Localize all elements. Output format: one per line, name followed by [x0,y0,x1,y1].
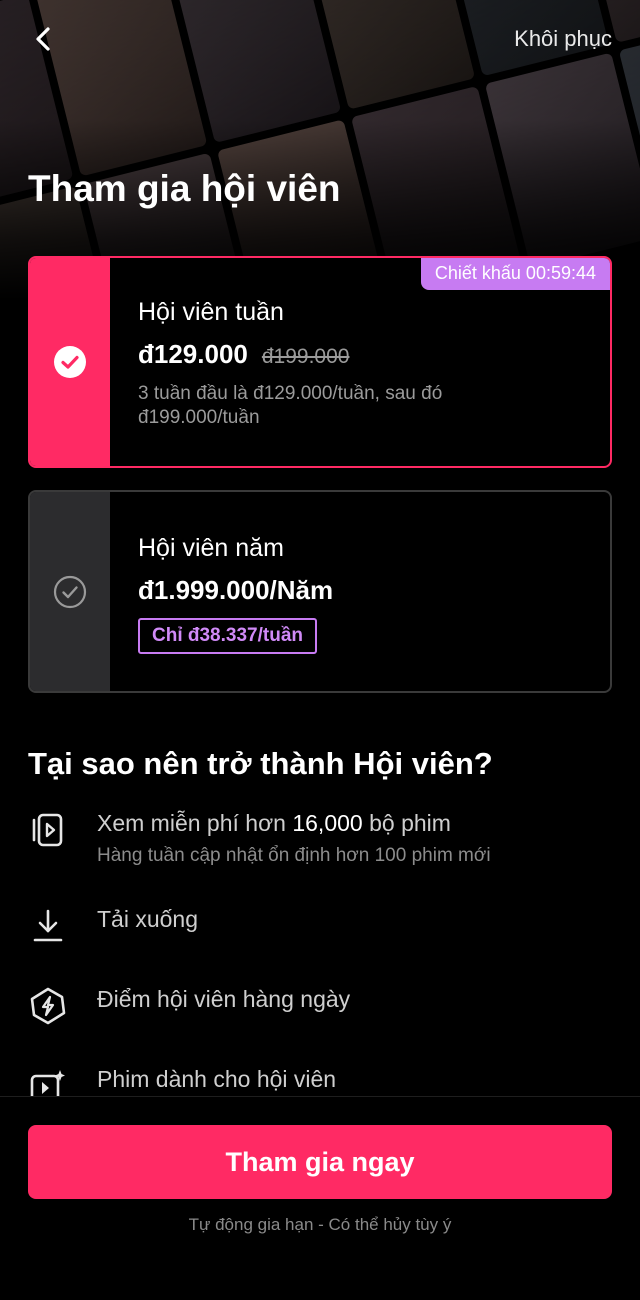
plan-select-area[interactable] [30,492,110,691]
feature-item-download: Tải xuống [28,906,198,946]
lightning-badge-icon [28,986,68,1026]
feature-title: Điểm hội viên hàng ngày [97,986,351,1012]
plan-name: Hội viên năm [138,534,284,562]
plan-price: đ129.000 [138,339,248,369]
check-circle-filled-icon [54,346,86,378]
chevron-left-icon [36,27,50,51]
plan-select-area[interactable] [30,258,110,466]
feature-title: Xem miễn phí hơn 16,000 bộ phim [97,810,491,837]
why-section-title: Tại sao nên trở thành Hội viên? [28,746,493,781]
page-title: Tham gia hội viên [28,168,341,209]
restore-button[interactable]: Khôi phục [514,26,612,52]
per-week-price-tag: Chỉ đ38.337/tuần [138,618,317,654]
plan-price: đ1.999.000/Năm [138,575,334,605]
plan-name: Hội viên tuần [138,298,284,326]
plan-details: Chiết khấu 00:59:44 Hội viên tuần đ129.0… [110,258,610,466]
discount-timer-badge: Chiết khấu 00:59:44 [420,258,610,290]
feature-subtitle: Hàng tuần cập nhật ổn định hơn 100 phim … [97,845,491,866]
video-library-icon [28,810,68,850]
auto-renew-note: Tự động gia hạn - Có thể hủy tùy ý [188,1215,452,1234]
feature-title-suffix: bộ phim [362,810,451,836]
feature-item-daily-points: Điểm hội viên hàng ngày [28,986,350,1026]
feature-title: Phim dành cho hội viên [97,1066,337,1092]
download-icon [28,906,68,946]
back-button[interactable] [26,22,60,56]
feature-title: Tải xuống [97,906,199,932]
bottom-action-bar: Tham gia ngay Tự động gia hạn - Có thể h… [0,1096,640,1300]
price-row: đ1.999.000/Năm [138,575,610,606]
plan-original-price: đ199.000 [261,345,350,368]
price-row: đ129.000 đ199.000 [138,339,610,370]
plan-card-yearly[interactable]: Hội viên năm đ1.999.000/Năm Chỉ đ38.337/… [28,490,612,693]
feature-title-highlight: 16,000 [292,810,363,836]
plan-description: 3 tuần đầu là đ129.000/tuần, sau đó đ199… [138,383,443,428]
check-circle-outline-icon [53,575,87,608]
plan-details: Hội viên năm đ1.999.000/Năm Chỉ đ38.337/… [110,492,610,691]
join-now-button[interactable]: Tham gia ngay [28,1125,612,1199]
plan-card-weekly[interactable]: Chiết khấu 00:59:44 Hội viên tuần đ129.0… [28,256,612,468]
feature-item-free-movies: Xem miễn phí hơn 16,000 bộ phim Hàng tuầ… [28,810,491,867]
feature-title-prefix: Xem miễn phí hơn [97,810,293,836]
